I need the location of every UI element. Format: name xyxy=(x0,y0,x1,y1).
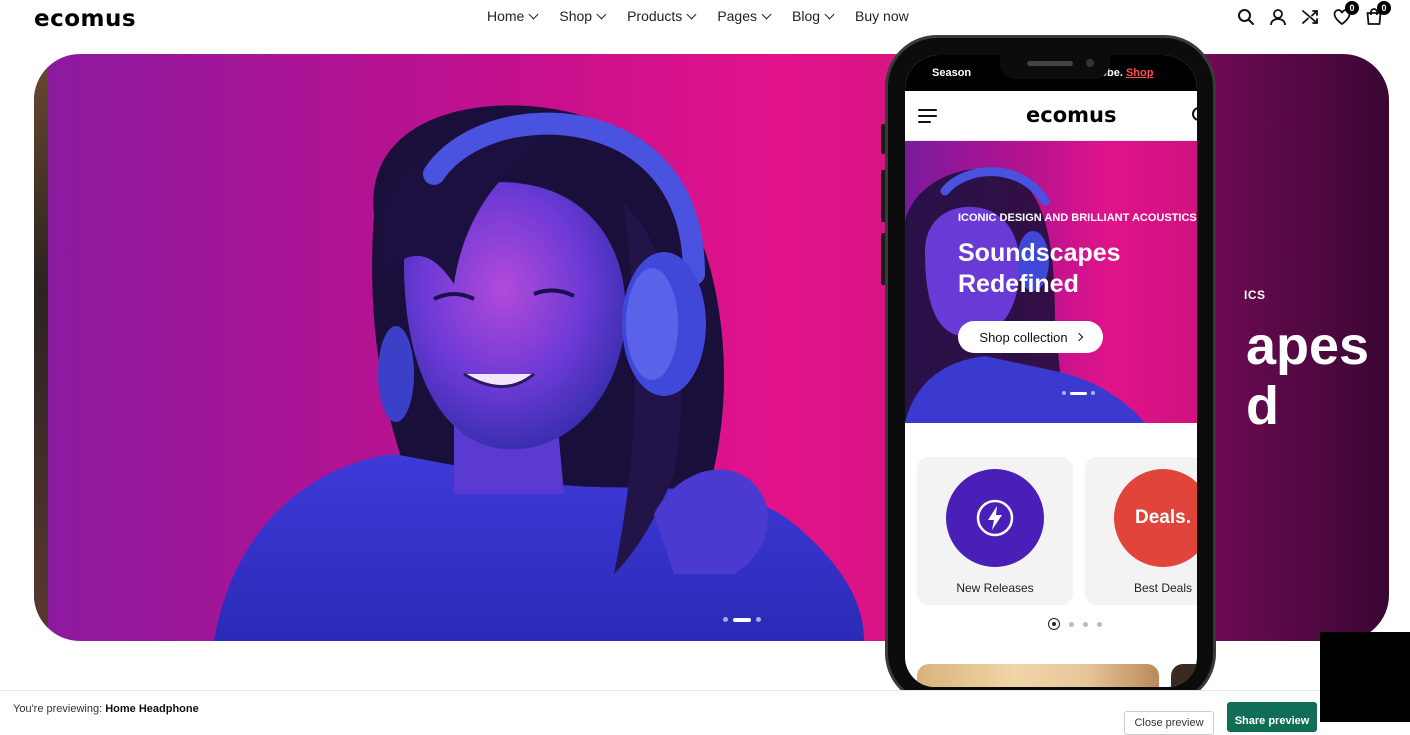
nav-products-label: Products xyxy=(627,8,683,24)
mobile-hero-dot-1[interactable] xyxy=(1062,391,1066,395)
hero-title-line-2: d xyxy=(1246,376,1279,436)
hero-eyebrow: ICS xyxy=(1244,286,1266,304)
nav-blog-label: Blog xyxy=(792,8,821,24)
header-icons: 0 0 xyxy=(1236,1,1391,26)
preview-theme-name: Home Headphone xyxy=(105,703,199,715)
wishlist-icon[interactable]: 0 xyxy=(1332,1,1359,26)
search-icon[interactable] xyxy=(1236,7,1255,26)
shop-collection-button[interactable]: Shop collection xyxy=(958,321,1103,353)
theme-preview-bar: You're previewing: Home Headphone Close … xyxy=(0,690,1410,735)
hero-title-line-1: apes xyxy=(1246,316,1370,376)
phone-notch xyxy=(1000,55,1110,79)
category-carousel: New Releases Deals. Best Deals xyxy=(917,457,1197,605)
chevron-down-icon xyxy=(824,9,835,19)
category-card-best-deals[interactable]: Deals. Best Deals xyxy=(1085,457,1197,605)
mobile-preview-screen: Season drobe. Shop ecomus ICONIC DESIGN … xyxy=(905,55,1197,687)
nav-blog[interactable]: Blog xyxy=(792,8,835,24)
best-deals-circle: Deals. xyxy=(1114,469,1197,567)
chevron-down-icon xyxy=(596,9,607,19)
mobile-hero-title-line-2: Redefined xyxy=(958,270,1079,298)
hero-dot-3[interactable] xyxy=(756,617,761,622)
nav-buy-now[interactable]: Buy now xyxy=(855,8,909,24)
share-preview-button[interactable]: Share preview xyxy=(1227,702,1317,732)
nav-home[interactable]: Home xyxy=(487,8,539,24)
product-image-preview[interactable] xyxy=(1171,664,1197,687)
category-dot-2[interactable] xyxy=(1069,621,1074,627)
hamburger-menu-icon[interactable] xyxy=(918,109,937,127)
nav-buy-now-label: Buy now xyxy=(855,8,909,24)
overlay-block xyxy=(1320,632,1410,722)
category-card-new-releases[interactable]: New Releases xyxy=(917,457,1073,605)
chevron-down-icon xyxy=(686,9,697,19)
mobile-header: ecomus xyxy=(905,91,1197,141)
hero-dot-1[interactable] xyxy=(723,617,728,622)
preview-prefix: You're previewing: xyxy=(13,703,106,715)
nav-shop[interactable]: Shop xyxy=(559,8,607,24)
mobile-hero-dot-3[interactable] xyxy=(1091,391,1095,395)
product-image-preview[interactable] xyxy=(917,664,1159,687)
site-logo[interactable]: ecomus xyxy=(34,6,136,32)
hero-pagination xyxy=(723,617,761,622)
cart-icon[interactable]: 0 xyxy=(1364,1,1391,26)
chevron-down-icon xyxy=(761,9,772,19)
hero-title: apes d xyxy=(1246,316,1369,436)
search-icon[interactable] xyxy=(1192,107,1197,121)
deals-circle-text: Deals. xyxy=(1135,507,1191,528)
category-dot-4[interactable] xyxy=(1097,621,1102,627)
cart-count-badge: 0 xyxy=(1377,1,1391,15)
mobile-hero-dot-2[interactable] xyxy=(1070,391,1087,395)
chevron-down-icon xyxy=(528,9,539,19)
compare-icon[interactable] xyxy=(1300,7,1319,26)
site-header: ecomus Home Shop Products Pages Blog Buy… xyxy=(0,0,1410,34)
category-label: Best Deals xyxy=(1133,581,1193,595)
chevron-right-icon xyxy=(1074,332,1083,342)
category-dot-3[interactable] xyxy=(1083,621,1088,627)
phone-speaker xyxy=(1027,61,1073,66)
preview-status: You're previewing: Home Headphone xyxy=(13,703,199,715)
mobile-hero-title-line-1: Soundscapes xyxy=(958,239,1121,267)
nav-home-label: Home xyxy=(487,8,525,24)
announcement-link[interactable]: Shop xyxy=(1126,67,1154,79)
user-icon[interactable] xyxy=(1268,7,1287,26)
wishlist-count-badge: 0 xyxy=(1345,1,1359,15)
nav-shop-label: Shop xyxy=(559,8,593,24)
main-nav: Home Shop Products Pages Blog Buy now xyxy=(487,8,909,24)
hero-eyebrow-text: ICS xyxy=(1244,288,1266,302)
mobile-hero-eyebrow: ICONIC DESIGN AND BRILLIANT ACOUSTICS xyxy=(958,212,1197,224)
nav-pages-label: Pages xyxy=(717,8,758,24)
lightning-icon xyxy=(976,499,1014,537)
announcement-text: Season xyxy=(932,67,972,79)
nav-products[interactable]: Products xyxy=(627,8,697,24)
hero-dot-2[interactable] xyxy=(733,617,751,622)
mobile-hero-pagination xyxy=(1062,391,1095,395)
phone-camera xyxy=(1086,59,1094,67)
mobile-hero-title: Soundscapes Redefined xyxy=(958,238,1121,300)
category-label: New Releases xyxy=(956,581,1034,595)
close-preview-button[interactable]: Close preview xyxy=(1124,711,1214,735)
new-releases-circle xyxy=(946,469,1044,567)
mobile-logo[interactable]: ecomus xyxy=(1026,103,1116,127)
category-dot-1[interactable] xyxy=(1048,618,1060,630)
category-pagination xyxy=(1048,618,1102,630)
shop-collection-label: Shop collection xyxy=(979,329,1068,345)
nav-pages[interactable]: Pages xyxy=(717,8,772,24)
